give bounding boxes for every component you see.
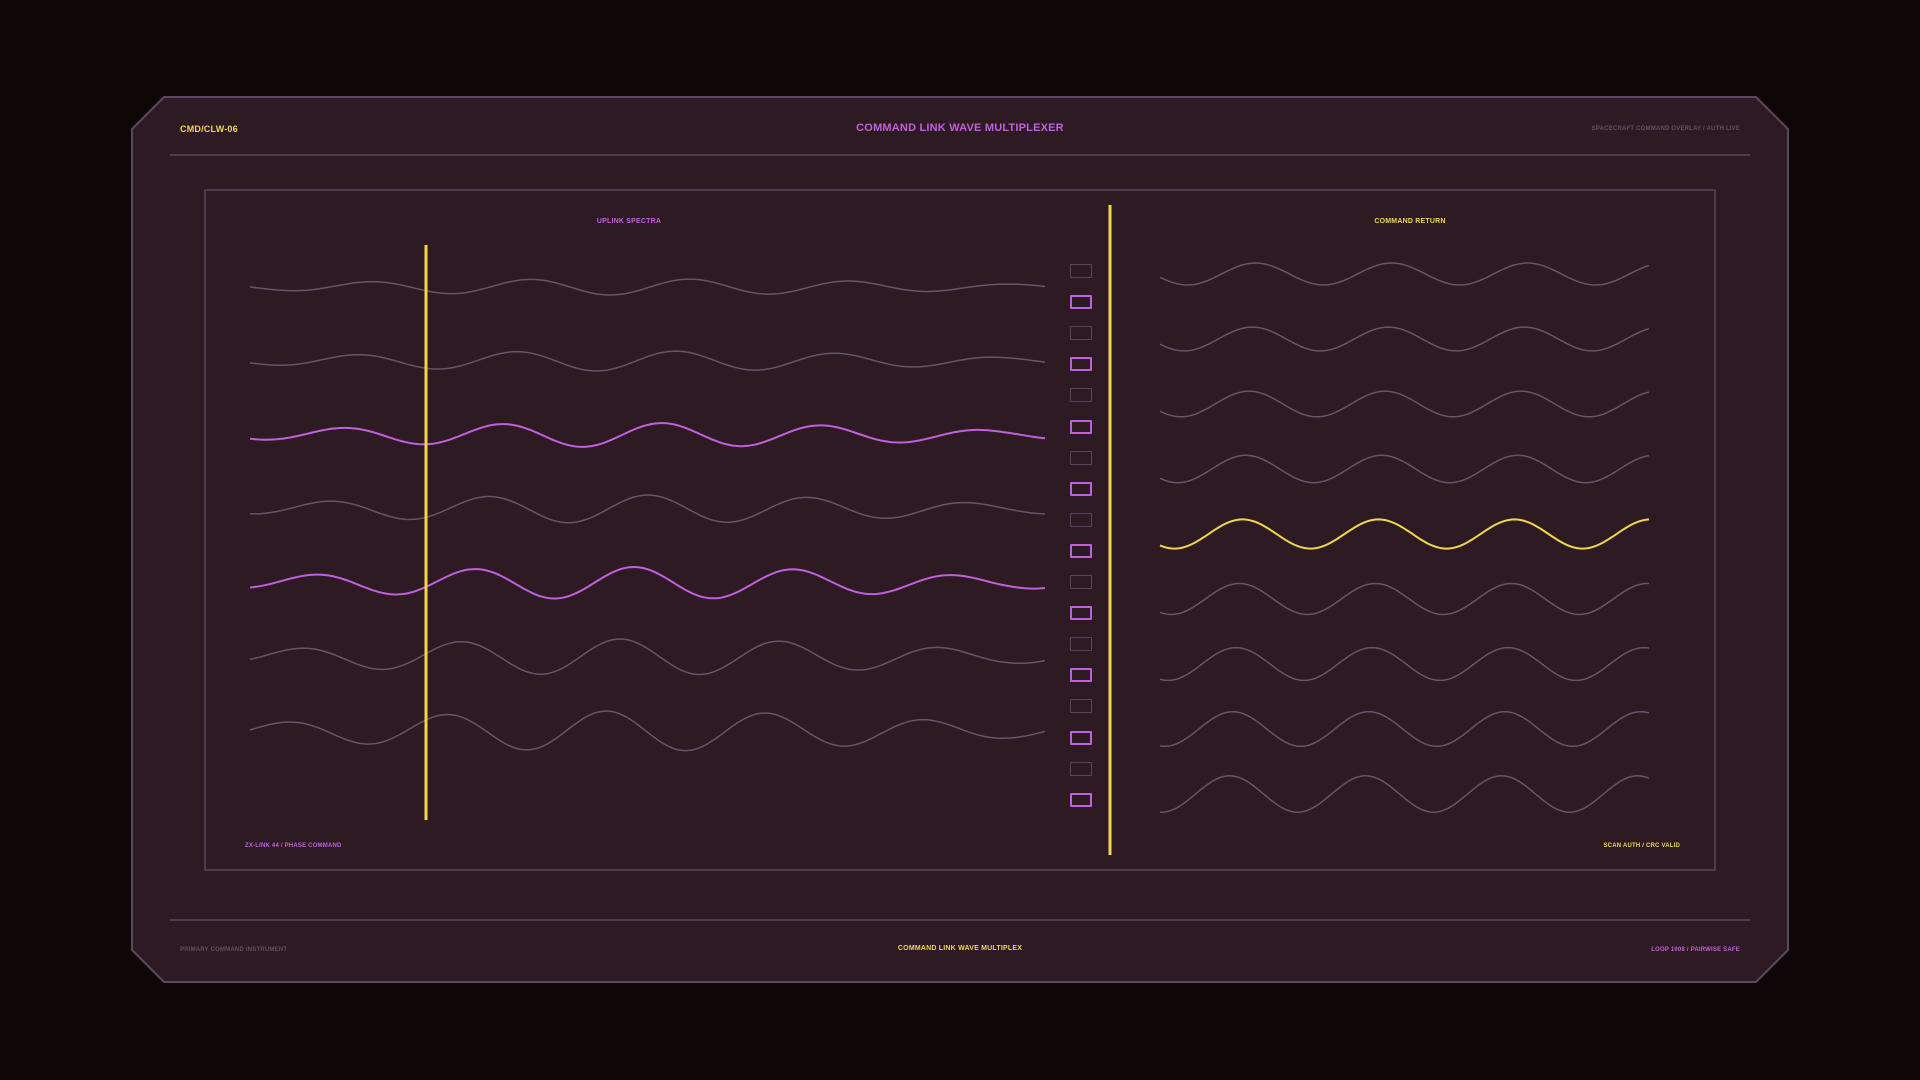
channel-toggle-4[interactable] <box>1070 357 1092 372</box>
instrument-frame <box>131 96 1789 983</box>
channel-toggle-12[interactable] <box>1070 606 1092 621</box>
footer-center-label: COMMAND LINK WAVE MULTIPLEX <box>897 945 1023 952</box>
channel-toggle-11[interactable] <box>1070 575 1092 589</box>
channel-toggle-7[interactable] <box>1070 450 1092 465</box>
outer-panel <box>131 96 1789 983</box>
page-title: COMMAND LINK WAVE MULTIPLEXER <box>856 122 1064 134</box>
footer-left-label: PRIMARY COMMAND INSTRUMENT <box>180 947 288 953</box>
left-panel-footer-label: ZX-LINK 44 / PHASE COMMAND <box>245 843 342 849</box>
channel-toggle-16[interactable] <box>1070 730 1092 745</box>
channel-toggle-14[interactable] <box>1070 668 1092 683</box>
header-subtitle: SPACECRAFT COMMAND OVERLAY / AUTH LIVE <box>1591 126 1740 132</box>
channel-toggle-15[interactable] <box>1070 699 1092 714</box>
command-return-title: COMMAND RETURN <box>1374 218 1446 225</box>
channel-toggle-13[interactable] <box>1070 637 1092 652</box>
channel-toggle-5[interactable] <box>1070 388 1092 403</box>
channel-toggle-2[interactable] <box>1070 295 1092 310</box>
channel-toggle-1[interactable] <box>1070 264 1092 278</box>
channel-toggle-3[interactable] <box>1070 326 1092 341</box>
channel-toggle-9[interactable] <box>1070 512 1092 527</box>
channel-toggle-10[interactable] <box>1070 543 1092 558</box>
channel-toggle-17[interactable] <box>1070 761 1092 776</box>
channel-toggle-8[interactable] <box>1070 481 1092 496</box>
uplink-spectra-title: UPLINK SPECTRA <box>596 218 662 225</box>
channel-toggle-6[interactable] <box>1070 419 1092 434</box>
footer-right-label: LOOP 1008 / PAIRWISE SAFE <box>1651 947 1740 953</box>
channel-toggle-18[interactable] <box>1070 792 1092 807</box>
header-id-code: CMD/CLW-06 <box>180 124 238 134</box>
right-panel-footer-label: SCAN AUTH / CRC VALID <box>1603 843 1680 849</box>
